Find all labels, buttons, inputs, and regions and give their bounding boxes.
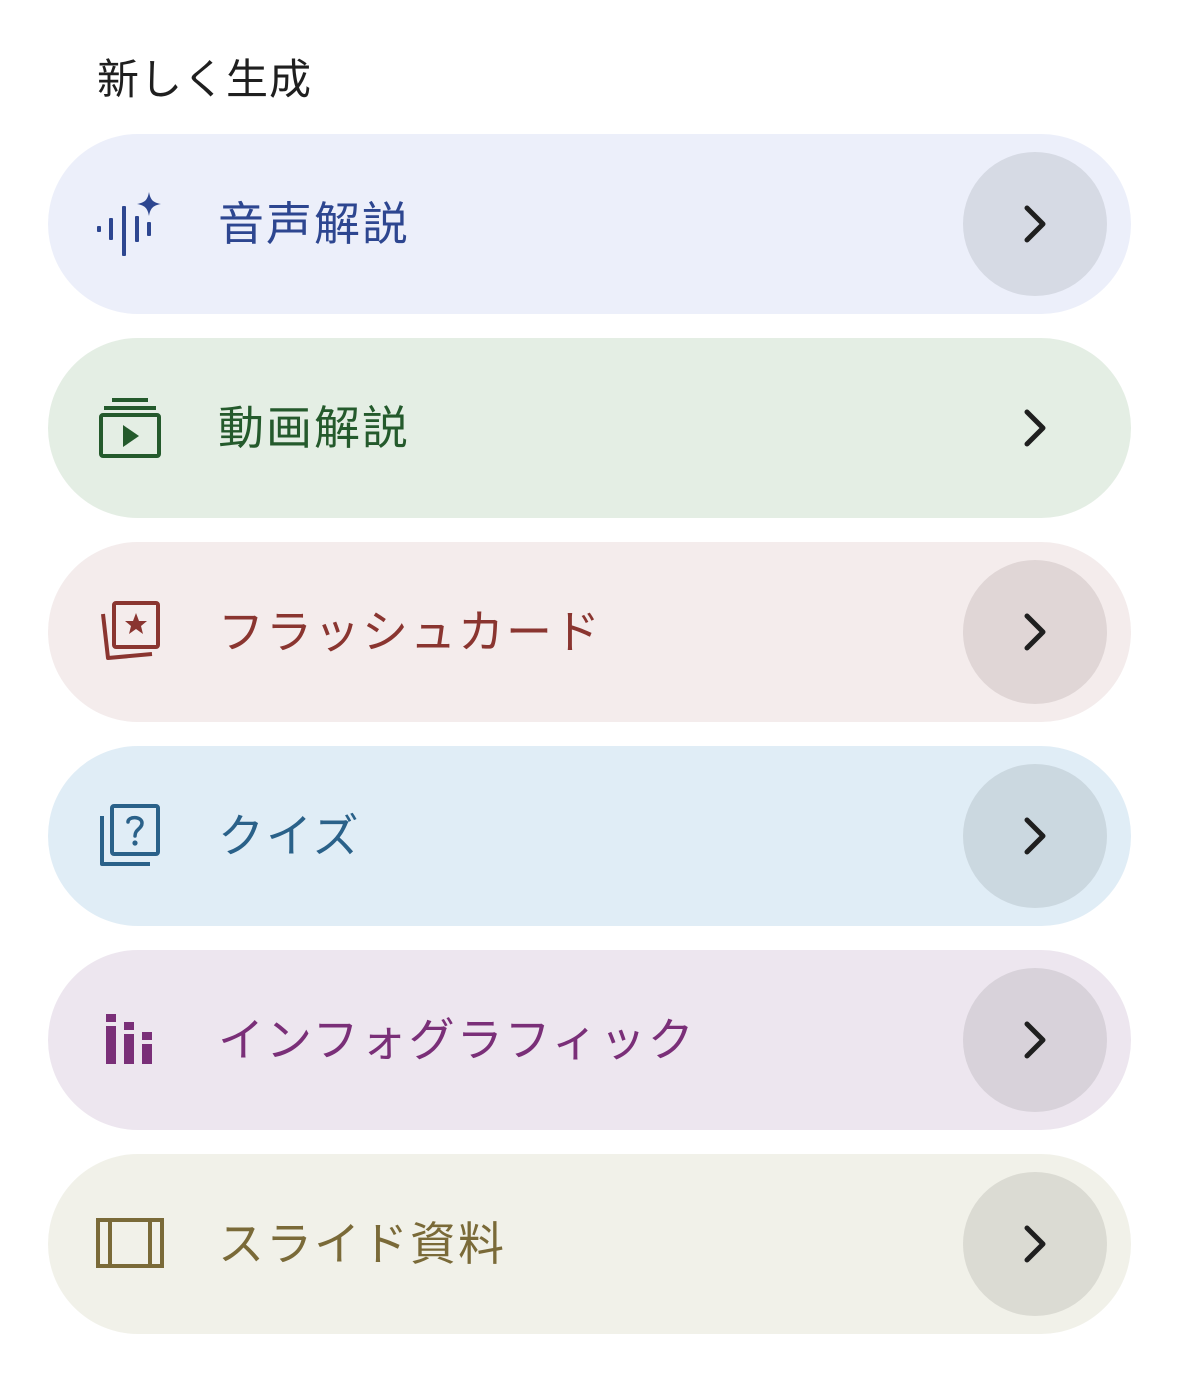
slide-deck-label: スライド資料	[218, 1217, 506, 1271]
quiz-label: クイズ	[218, 809, 361, 863]
slide-deck-arrow-button[interactable]	[963, 1172, 1107, 1316]
quiz-arrow-button[interactable]	[963, 764, 1107, 908]
video-overview-arrow-button[interactable]	[963, 356, 1107, 500]
audio-overview-label: 音声解説	[218, 197, 410, 251]
section-title: 新しく生成	[97, 55, 313, 104]
video-overview-button[interactable]: 動画解説	[48, 338, 1131, 518]
flashcards-label: フラッシュカード	[218, 605, 602, 659]
flashcards-button[interactable]: フラッシュカード	[48, 542, 1131, 722]
chevron-right-icon	[1024, 817, 1046, 855]
infographic-bars-icon	[96, 1010, 164, 1070]
flashcards-arrow-button[interactable]	[963, 560, 1107, 704]
infographic-label: インフォグラフィック	[218, 1013, 696, 1067]
audio-sparkle-icon	[96, 192, 164, 256]
chevron-right-icon	[1024, 205, 1046, 243]
chevron-right-icon	[1024, 1021, 1046, 1059]
chevron-right-icon	[1024, 613, 1046, 651]
infographic-button[interactable]: インフォグラフィック	[48, 950, 1131, 1130]
generate-options-list: 音声解説 動画解説 フラッシュカード クイズ インフォグラフィック スライド資料	[48, 134, 1131, 1358]
infographic-arrow-button[interactable]	[963, 968, 1107, 1112]
chevron-right-icon	[1024, 1225, 1046, 1263]
slide-deck-icon	[96, 1214, 164, 1274]
quiz-question-icon	[96, 804, 164, 866]
flashcard-star-icon	[96, 601, 164, 662]
slide-deck-button[interactable]: スライド資料	[48, 1154, 1131, 1334]
video-play-icon	[96, 398, 164, 458]
quiz-button[interactable]: クイズ	[48, 746, 1131, 926]
audio-overview-arrow-button[interactable]	[963, 152, 1107, 296]
video-overview-label: 動画解説	[218, 401, 410, 455]
audio-overview-button[interactable]: 音声解説	[48, 134, 1131, 314]
chevron-right-icon	[1024, 409, 1046, 447]
